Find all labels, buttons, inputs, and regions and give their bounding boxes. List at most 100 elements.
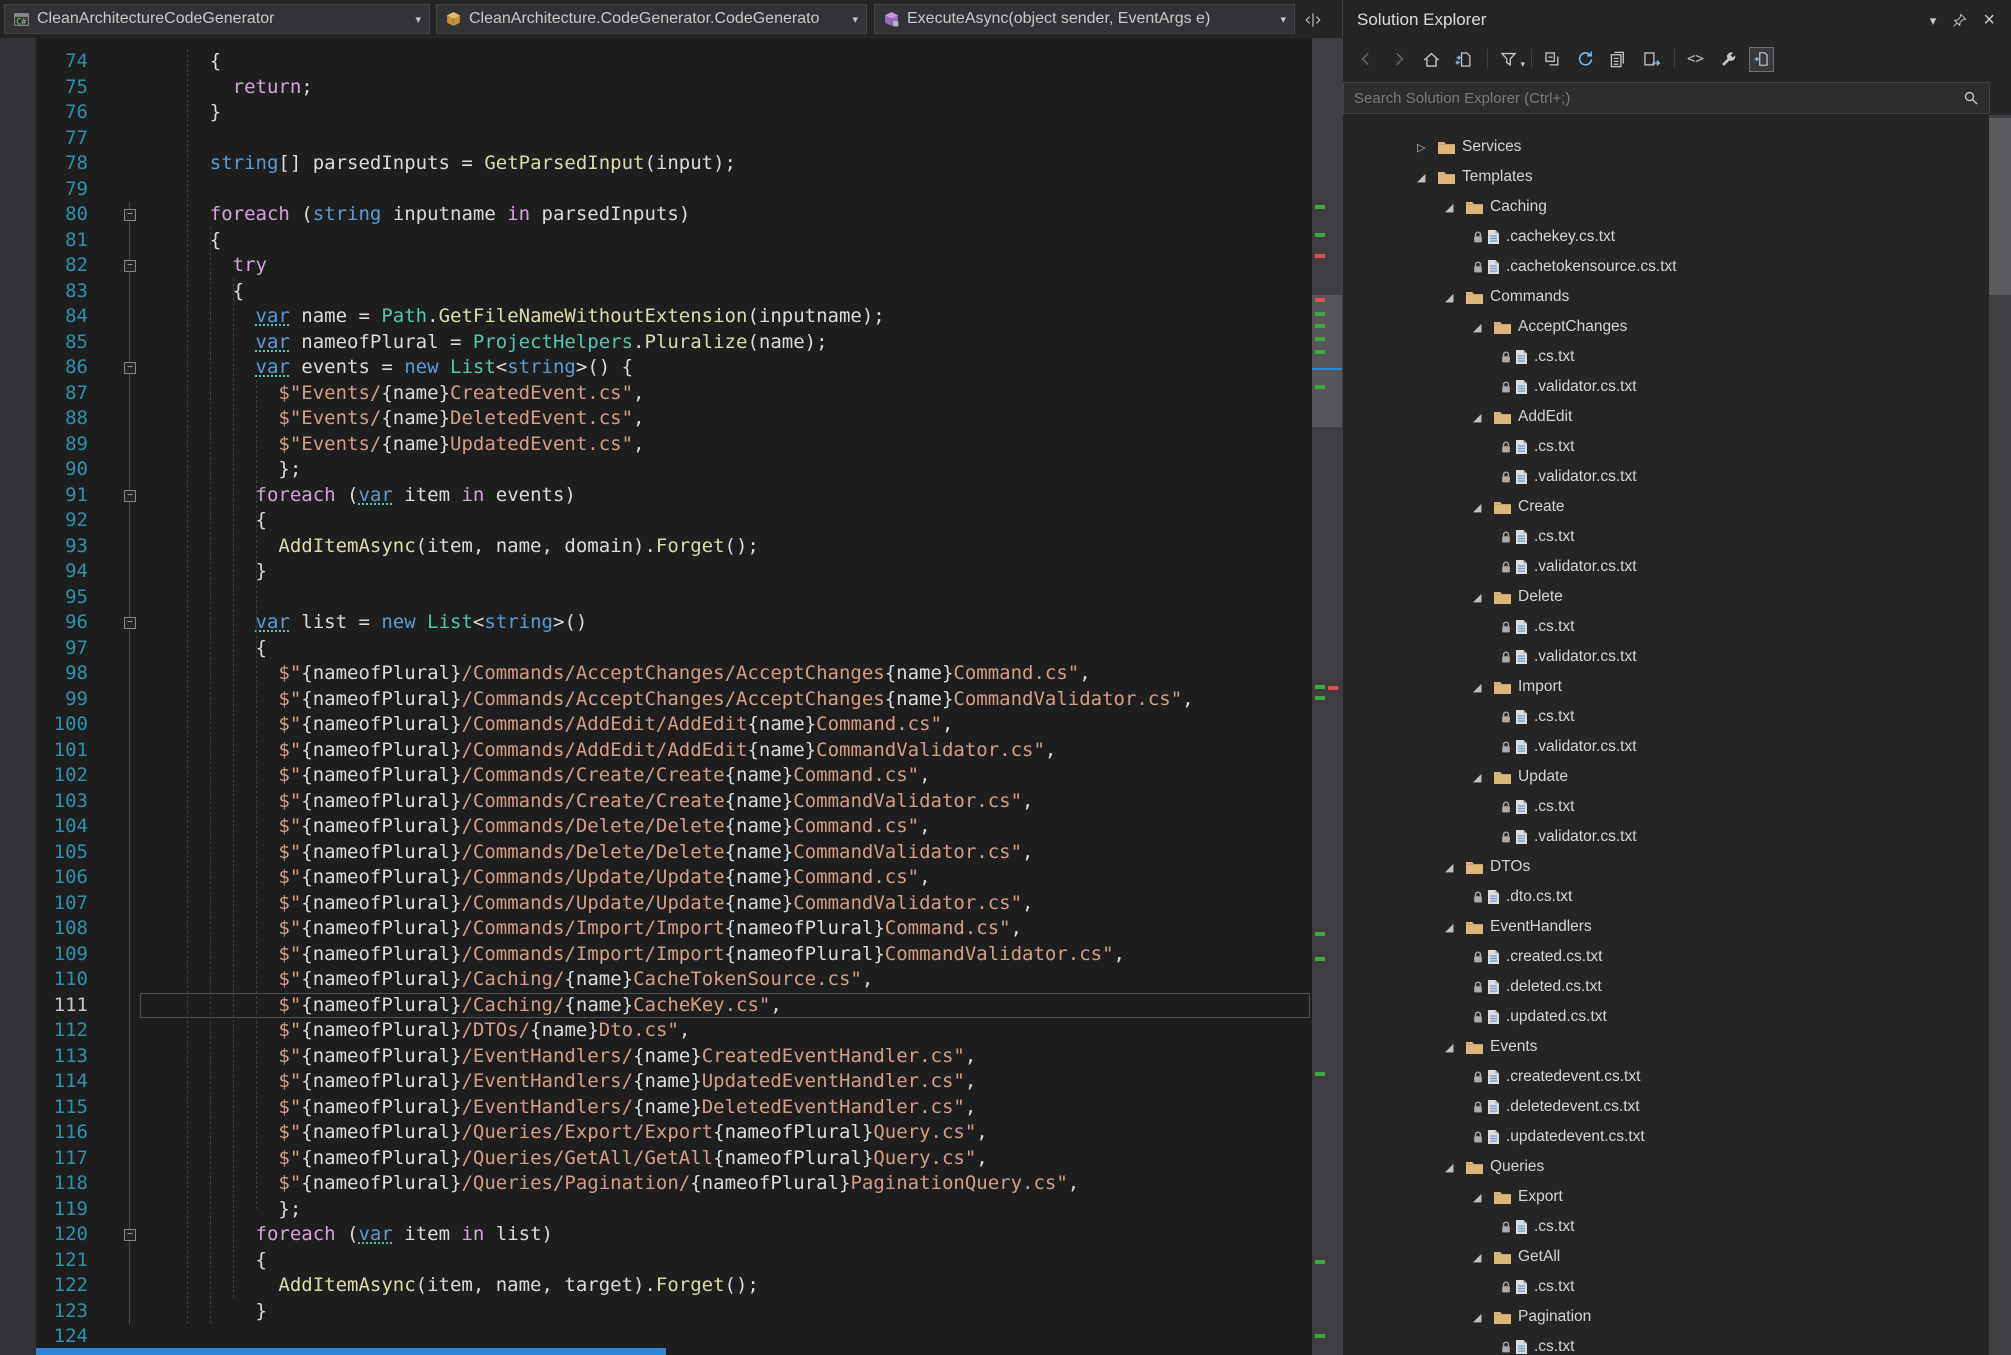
nav-back-icon[interactable] — [1353, 47, 1378, 72]
code-line[interactable]: { — [140, 279, 1310, 305]
tree-item[interactable]: .created.cs.txt — [1343, 942, 1989, 972]
code-line[interactable]: $"{nameofPlural}/Commands/Create/Create{… — [140, 789, 1310, 815]
code-line[interactable]: foreach (var item in list) — [140, 1222, 1310, 1248]
code-line[interactable]: }; — [140, 457, 1310, 483]
code-line[interactable]: { — [140, 636, 1310, 662]
tree-item[interactable]: .cs.txt — [1343, 522, 1989, 552]
home-icon[interactable] — [1419, 47, 1444, 72]
code-line[interactable]: var name = Path.GetFileNameWithoutExtens… — [140, 304, 1310, 330]
tree-item[interactable]: .validator.cs.txt — [1343, 642, 1989, 672]
code-line[interactable]: foreach (string inputname in parsedInput… — [140, 202, 1310, 228]
type-dropdown[interactable]: CleanArchitecture.CodeGenerator.CodeGene… — [436, 4, 867, 34]
sync-active-document-icon[interactable] — [1452, 47, 1477, 72]
fold-collapse-icon[interactable]: − — [124, 362, 136, 374]
tree-item[interactable]: .updated.cs.txt — [1343, 1002, 1989, 1032]
expanded-arrow-icon[interactable]: ◢ — [1445, 201, 1465, 214]
tree-item[interactable]: .validator.cs.txt — [1343, 462, 1989, 492]
tree-item[interactable]: ◢Delete — [1343, 582, 1989, 612]
code-line[interactable]: $"{nameofPlural}/Caching/{name}CacheToke… — [140, 967, 1310, 993]
tree-item[interactable]: .cs.txt — [1343, 432, 1989, 462]
code-line[interactable]: try — [140, 253, 1310, 279]
solution-tree[interactable]: ▷Services◢Templates◢Caching.cachekey.cs.… — [1343, 120, 1989, 1355]
chevron-down-icon[interactable]: ▾ — [1280, 13, 1286, 26]
tree-item[interactable]: ◢Pagination — [1343, 1302, 1989, 1332]
tree-item[interactable]: ◢AddEdit — [1343, 402, 1989, 432]
tree-item[interactable]: .cachetokensource.cs.txt — [1343, 252, 1989, 282]
expanded-arrow-icon[interactable]: ◢ — [1473, 591, 1493, 604]
expanded-arrow-icon[interactable]: ◢ — [1473, 1311, 1493, 1324]
code-line[interactable]: { — [140, 228, 1310, 254]
expanded-arrow-icon[interactable]: ◢ — [1445, 921, 1465, 934]
code-line[interactable]: $"{nameofPlural}/EventHandlers/{name}Upd… — [140, 1069, 1310, 1095]
tree-item[interactable]: .updatedevent.cs.txt — [1343, 1122, 1989, 1152]
tree-item[interactable]: ◢Events — [1343, 1032, 1989, 1062]
code-line[interactable]: { — [140, 1248, 1310, 1274]
expanded-arrow-icon[interactable]: ◢ — [1445, 291, 1465, 304]
tree-item[interactable]: ◢Export — [1343, 1182, 1989, 1212]
code-line[interactable]: $"{nameofPlural}/EventHandlers/{name}Del… — [140, 1095, 1310, 1121]
code-line[interactable]: $"{nameofPlural}/Commands/Create/Create{… — [140, 763, 1310, 789]
collapse-all-icon[interactable] — [1540, 47, 1565, 72]
tree-item[interactable]: .cs.txt — [1343, 702, 1989, 732]
tree-item[interactable]: ▷Services — [1343, 132, 1989, 162]
tree-item[interactable]: .cs.txt — [1343, 1272, 1989, 1302]
code-line[interactable]: $"Events/{name}DeletedEvent.cs", — [140, 406, 1310, 432]
preview-selected-items-icon[interactable] — [1639, 47, 1664, 72]
code-line[interactable]: $"{nameofPlural}/Commands/AddEdit/AddEdi… — [140, 738, 1310, 764]
expanded-arrow-icon[interactable]: ◢ — [1445, 861, 1465, 874]
search-icon[interactable] — [1963, 90, 1979, 106]
horizontal-scrollbar-thumb[interactable] — [36, 1348, 666, 1355]
code-line[interactable]: $"{nameofPlural}/Commands/AddEdit/AddEdi… — [140, 712, 1310, 738]
tree-item[interactable]: .validator.cs.txt — [1343, 732, 1989, 762]
tree-item[interactable]: .cs.txt — [1343, 342, 1989, 372]
split-view-icon[interactable] — [1301, 8, 1325, 32]
code-line[interactable]: var list = new List<string>() — [140, 610, 1310, 636]
tree-item[interactable]: .validator.cs.txt — [1343, 822, 1989, 852]
tree-item[interactable]: .deletedevent.cs.txt — [1343, 1092, 1989, 1122]
code-line[interactable]: } — [140, 1299, 1310, 1325]
code-line[interactable] — [140, 177, 1310, 203]
code-line[interactable]: $"{nameofPlural}/Commands/Update/Update{… — [140, 865, 1310, 891]
expanded-arrow-icon[interactable]: ◢ — [1473, 1251, 1493, 1264]
tree-item[interactable]: .validator.cs.txt — [1343, 372, 1989, 402]
expanded-arrow-icon[interactable]: ◢ — [1473, 411, 1493, 424]
fold-collapse-icon[interactable]: − — [124, 260, 136, 272]
code-line[interactable]: }; — [140, 1197, 1310, 1223]
chevron-down-icon[interactable]: ▾ — [852, 13, 858, 26]
code-line[interactable]: $"{nameofPlural}/Commands/Delete/Delete{… — [140, 840, 1310, 866]
solution-explorer-scrollbar[interactable] — [1989, 115, 2011, 1355]
tree-item[interactable]: ◢Commands — [1343, 282, 1989, 312]
refresh-icon[interactable] — [1573, 47, 1598, 72]
close-icon[interactable]: × — [1983, 10, 1995, 30]
tree-item[interactable]: .dto.cs.txt — [1343, 882, 1989, 912]
pin-icon[interactable] — [1952, 13, 1967, 28]
tree-item[interactable]: ◢Create — [1343, 492, 1989, 522]
tree-item[interactable]: ◢AcceptChanges — [1343, 312, 1989, 342]
code-line[interactable]: AddItemAsync(item, name, target).Forget(… — [140, 1273, 1310, 1299]
properties-icon[interactable] — [1716, 47, 1741, 72]
code-line[interactable]: { — [140, 49, 1310, 75]
show-all-files-icon[interactable] — [1606, 47, 1631, 72]
tree-item[interactable]: .validator.cs.txt — [1343, 552, 1989, 582]
nav-forward-icon[interactable] — [1386, 47, 1411, 72]
code-line[interactable]: { — [140, 508, 1310, 534]
code-line[interactable]: $"{nameofPlural}/Commands/Import/Import{… — [140, 916, 1310, 942]
pending-changes-filter-icon[interactable]: ▾ — [1496, 47, 1521, 72]
code-line[interactable]: $"{nameofPlural}/Queries/Pagination/{nam… — [140, 1171, 1310, 1197]
code-line[interactable]: $"{nameofPlural}/Commands/AcceptChanges/… — [140, 661, 1310, 687]
expanded-arrow-icon[interactable]: ◢ — [1417, 171, 1437, 184]
view-code-icon[interactable]: <> — [1683, 47, 1708, 72]
code-line[interactable]: foreach (var item in events) — [140, 483, 1310, 509]
tree-item[interactable]: ◢DTOs — [1343, 852, 1989, 882]
code-line[interactable]: return; — [140, 75, 1310, 101]
tree-item[interactable]: .cs.txt — [1343, 1332, 1989, 1355]
code-line[interactable]: var nameofPlural = ProjectHelpers.Plural… — [140, 330, 1310, 356]
tree-item[interactable]: .createdevent.cs.txt — [1343, 1062, 1989, 1092]
project-dropdown[interactable]: C# CleanArchitectureCodeGenerator ▾ — [4, 4, 430, 34]
code-line[interactable]: $"{nameofPlural}/EventHandlers/{name}Cre… — [140, 1044, 1310, 1070]
editor-vertical-scrollbar[interactable] — [1312, 38, 1342, 1355]
chevron-down-icon[interactable]: ▾ — [415, 13, 421, 26]
member-dropdown[interactable]: ExecuteAsync(object sender, EventArgs e)… — [874, 4, 1295, 34]
tree-item[interactable]: ◢Queries — [1343, 1152, 1989, 1182]
search-input[interactable] — [1354, 90, 1957, 107]
